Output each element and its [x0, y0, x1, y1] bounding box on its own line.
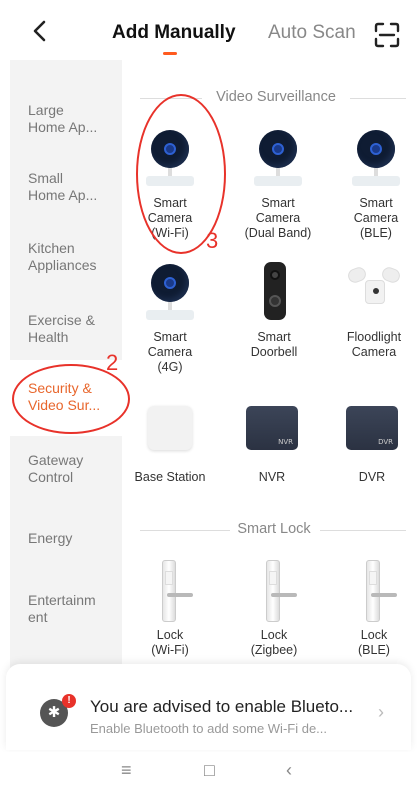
section-divider-left [140, 530, 230, 531]
section-title-smart-lock: Smart Lock [237, 521, 311, 537]
device-lock-wifi[interactable]: Lock (Wi-Fi) [124, 560, 216, 658]
sidebar-item-kitchen-appliances[interactable]: Kitchen Appliances [10, 240, 122, 284]
system-navbar: ≡ □ ‹ [0, 752, 417, 805]
lock-icon [140, 560, 200, 622]
floodlight-icon [344, 262, 404, 324]
sidebar-item-entertainment[interactable]: Entertainm ent [10, 592, 122, 636]
dvr-tag: DVR [378, 438, 393, 446]
device-label: Smart Camera (4G) [147, 330, 193, 374]
nvr-tag: NVR [278, 438, 293, 446]
nvr-icon: NVR [242, 402, 302, 464]
device-label: Lock (Wi-Fi) [151, 628, 189, 657]
scan-frame-icon[interactable] [374, 22, 400, 48]
device-nvr[interactable]: NVR NVR [226, 402, 318, 485]
device-smart-camera-4g[interactable]: Smart Camera (4G) [124, 262, 216, 375]
alert-badge: ! [62, 694, 76, 708]
home-icon[interactable]: □ [204, 760, 215, 781]
chevron-right-icon[interactable]: › [378, 702, 384, 723]
back-nav-icon[interactable]: ‹ [286, 760, 292, 781]
doorbell-icon [244, 262, 304, 324]
camera-icon [248, 128, 308, 190]
device-label: Base Station [134, 470, 206, 484]
device-floodlight-camera[interactable]: Floodlight Camera [328, 262, 417, 360]
section-title-video-surveillance: Video Surveillance [216, 89, 336, 105]
base-station-icon [140, 402, 200, 464]
section-divider-right [350, 98, 406, 99]
device-label: Floodlight Camera [346, 330, 402, 359]
device-label: Smart Doorbell [250, 330, 298, 359]
lock-icon [244, 560, 304, 622]
device-base-station[interactable]: Base Station [124, 402, 216, 485]
banner-subtitle: Enable Bluetooth to add some Wi-Fi de... [90, 721, 328, 736]
back-chevron-icon[interactable] [26, 16, 54, 46]
device-smart-doorbell[interactable]: Smart Doorbell [228, 262, 320, 360]
tab-add-manually[interactable]: Add Manually [112, 22, 236, 44]
dvr-icon: DVR [342, 402, 402, 464]
device-smart-camera-dual-band[interactable]: Smart Camera (Dual Band) [232, 128, 324, 241]
device-lock-zigbee[interactable]: Lock (Zigbee) [228, 560, 320, 658]
annotation-step-2: 2 [106, 350, 119, 375]
header: Add Manually Auto Scan [0, 0, 417, 60]
device-label: Lock (BLE) [358, 628, 390, 657]
menu-icon[interactable]: ≡ [121, 760, 132, 781]
section-divider-right [320, 530, 406, 531]
sidebar-item-energy[interactable]: Energy [10, 530, 122, 560]
device-lock-ble[interactable]: Lock (BLE) [328, 560, 417, 658]
device-label: DVR [358, 470, 386, 484]
active-tab-indicator [163, 52, 177, 55]
device-dvr[interactable]: DVR DVR [326, 402, 417, 485]
banner-title[interactable]: You are advised to enable Blueto... [90, 697, 353, 717]
device-label: Smart Camera (BLE) [353, 196, 399, 240]
camera-icon [140, 262, 200, 324]
device-label: Smart Camera (Dual Band) [244, 196, 312, 240]
device-label: NVR [258, 470, 286, 484]
tab-auto-scan[interactable]: Auto Scan [268, 22, 356, 44]
annotation-step-3: 3 [206, 228, 219, 253]
camera-icon [346, 128, 406, 190]
lock-icon [344, 560, 404, 622]
sidebar-item-small-home-appliances[interactable]: Small Home Ap... [10, 170, 122, 214]
sidebar-item-gateway-control[interactable]: Gateway Control [10, 452, 122, 496]
device-label: Lock (Zigbee) [250, 628, 298, 657]
device-smart-camera-ble[interactable]: Smart Camera (BLE) [330, 128, 417, 241]
sidebar-item-large-home-appliances[interactable]: Large Home Ap... [10, 102, 122, 146]
